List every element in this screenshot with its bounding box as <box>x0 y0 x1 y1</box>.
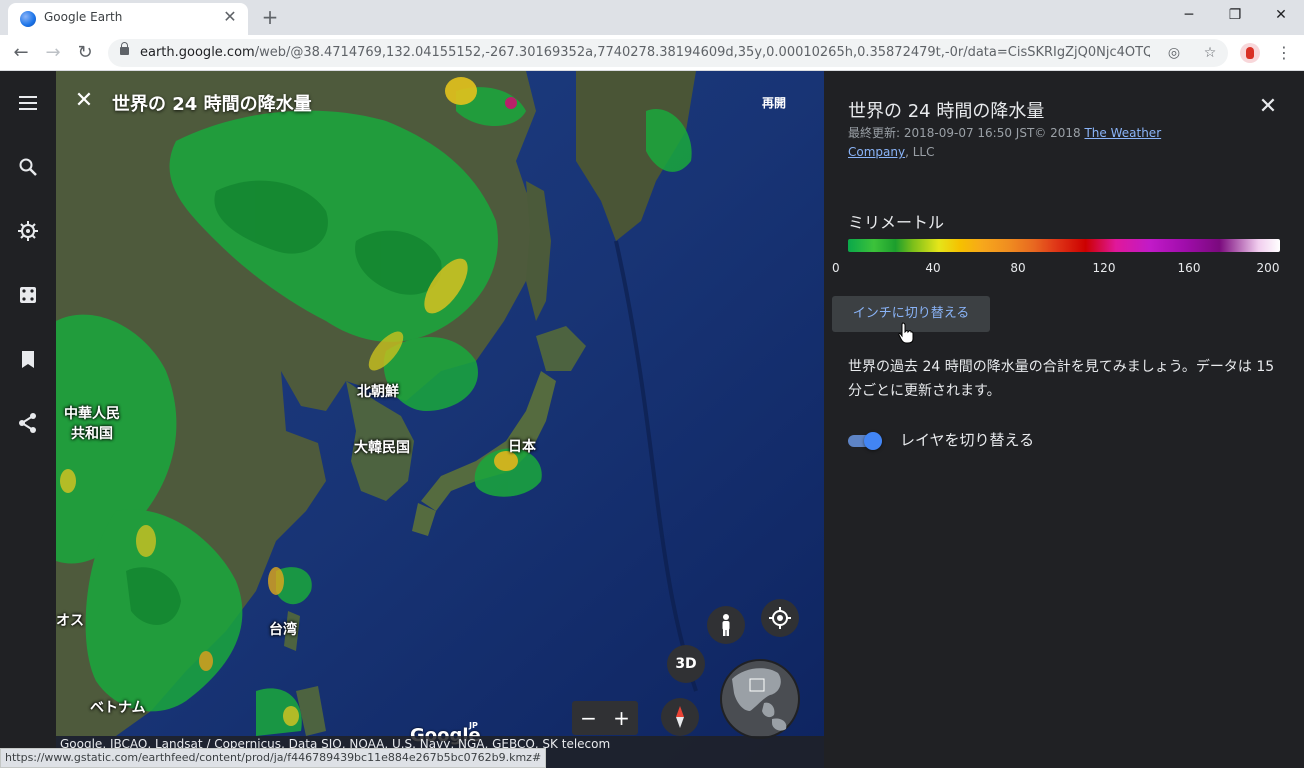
globe-map-view[interactable]: ✕ 世界の 24 時間の降水量 再開 中華人民 共和国 北朝鮮 大韓民国 日本 … <box>56 71 824 768</box>
label-china-line1: 中華人民 <box>64 406 120 422</box>
lock-icon[interactable] <box>120 42 129 55</box>
switch-thumb <box>864 432 882 450</box>
scale-tick: 120 <box>1092 261 1116 275</box>
google-earth-favicon-icon <box>20 11 36 27</box>
back-button[interactable]: ← <box>8 40 34 66</box>
tab-strip: Google Earth ✕ + ─ ❐ ✕ <box>0 0 1304 35</box>
layer-toggle-label[interactable]: レイヤを切り替える <box>900 429 1034 450</box>
browser-toolbar: ← → ↻ earth.google.com/web/@38.4714769,1… <box>0 35 1304 71</box>
scale-tick: 40 <box>925 261 941 275</box>
map-close-icon[interactable]: ✕ <box>72 89 96 113</box>
tab-close-icon[interactable]: ✕ <box>220 7 240 27</box>
replay-button[interactable]: 再開 <box>762 94 786 111</box>
label-laos: オス <box>56 613 84 629</box>
panel-title: 世界の 24 時間の降水量 <box>848 101 1045 122</box>
minimize-button[interactable]: ─ <box>1166 0 1212 30</box>
scale-tick: 80 <box>1010 261 1026 275</box>
minimap-globe[interactable] <box>720 659 800 739</box>
tab-title: Google Earth <box>44 10 123 24</box>
label-japan: 日本 <box>508 439 536 455</box>
reload-button[interactable]: ↻ <box>72 40 98 66</box>
label-china-line2: 共和国 <box>71 426 113 442</box>
label-south-korea: 大韓民国 <box>354 440 410 456</box>
map-layer-title: 世界の 24 時間の降水量 <box>112 94 312 115</box>
window-close-button[interactable]: ✕ <box>1258 0 1304 30</box>
last-updated-suffix: , LLC <box>905 145 935 159</box>
zoom-control: − + <box>572 701 638 735</box>
forward-button[interactable]: → <box>40 40 66 66</box>
unit-label: ミリメートル <box>848 213 945 232</box>
address-bar[interactable]: earth.google.com/web/@38.4714769,132.041… <box>108 39 1228 67</box>
scale-tick: 200 <box>1256 261 1280 275</box>
profile-avatar[interactable] <box>1240 43 1260 63</box>
url-path: /web/@38.4714769,132.04155152,-267.30169… <box>254 45 1150 60</box>
label-north-korea: 北朝鮮 <box>357 384 399 400</box>
satellite-imagery <box>56 71 824 768</box>
browser-menu-icon[interactable]: ⋮ <box>1274 41 1294 65</box>
scale-tick: 160 <box>1177 261 1201 275</box>
search-icon[interactable] <box>12 151 44 183</box>
compass-button[interactable] <box>661 698 699 736</box>
left-rail <box>0 71 56 768</box>
pegman-button[interactable] <box>707 606 745 644</box>
layer-description: 世界の過去 24 時間の降水量の合計を見てみましょう。データは 15 分ごとに更… <box>848 359 1275 399</box>
compass-icon <box>676 706 684 728</box>
hand-cursor-icon <box>898 322 914 344</box>
bookmark-star-icon[interactable]: ☆ <box>1200 43 1220 63</box>
browser-tab[interactable]: Google Earth ✕ <box>8 3 248 35</box>
feeling-lucky-icon[interactable] <box>12 279 44 311</box>
share-icon[interactable] <box>12 407 44 439</box>
menu-icon[interactable] <box>12 87 44 119</box>
last-updated: 最終更新: 2018-09-07 16:50 JST© 2018 The Wea… <box>848 124 1188 162</box>
projects-icon[interactable] <box>12 343 44 375</box>
browser-status-bar: https://www.gstatic.com/earthfeed/conten… <box>0 748 547 768</box>
last-updated-text: 最終更新: 2018-09-07 16:50 JST© 2018 <box>848 126 1085 140</box>
scale-tick: 0 <box>832 261 840 275</box>
label-taiwan: 台湾 <box>269 622 297 638</box>
zoom-out-button[interactable]: − <box>572 701 605 735</box>
google-logo-region: JP <box>469 721 478 730</box>
my-location-button[interactable] <box>761 599 799 637</box>
url-text[interactable]: earth.google.com/web/@38.4714769,132.041… <box>140 45 1150 60</box>
panel-close-icon[interactable]: ✕ <box>1256 95 1280 119</box>
layer-info-panel: 世界の 24 時間の降水量 ✕ 最終更新: 2018-09-07 16:50 J… <box>824 71 1304 768</box>
voyager-icon[interactable] <box>12 215 44 247</box>
label-vietnam: ベトナム <box>90 700 146 716</box>
url-host: earth.google.com <box>140 45 255 60</box>
minimap-globe-icon <box>722 661 798 737</box>
restore-button[interactable]: ❐ <box>1212 0 1258 30</box>
toggle-3d-button[interactable]: 3D <box>667 645 705 683</box>
location-icon[interactable]: ◎ <box>1164 43 1184 63</box>
label-china: 中華人民 共和国 <box>64 404 120 444</box>
my-location-icon <box>769 607 791 629</box>
pegman-icon <box>722 614 730 636</box>
layer-toggle-switch[interactable] <box>848 432 884 450</box>
new-tab-button[interactable]: + <box>258 5 282 29</box>
zoom-in-button[interactable]: + <box>605 701 638 735</box>
precipitation-color-scale <box>848 239 1280 252</box>
